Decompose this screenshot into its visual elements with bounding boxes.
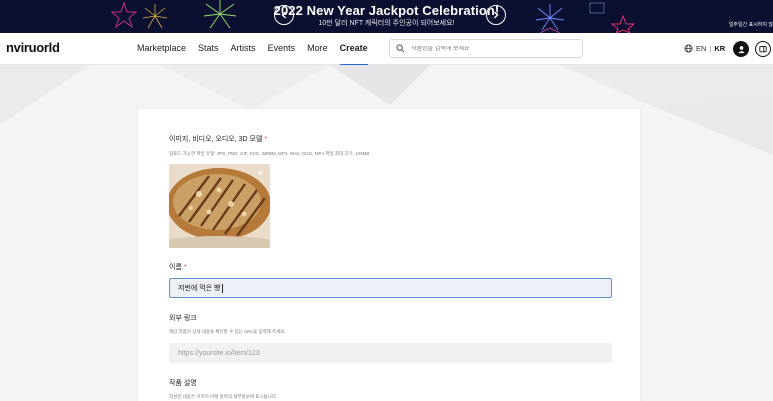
external-link-input[interactable]: https://yoursite.io/item/123 bbox=[169, 343, 612, 363]
name-input[interactable]: 저번에 먹은 빵 bbox=[169, 278, 612, 298]
required-mark: * bbox=[264, 136, 268, 143]
nav-marketplace[interactable]: Marketplace bbox=[137, 43, 186, 53]
name-label: 이름 * bbox=[169, 262, 187, 272]
lang-kr[interactable]: KR bbox=[714, 44, 725, 53]
dont-show-week-link[interactable]: 일주일간 표시하지 않 bbox=[729, 21, 773, 28]
user-icon bbox=[737, 45, 745, 53]
search-input[interactable] bbox=[411, 45, 571, 52]
nav-events[interactable]: Events bbox=[268, 43, 296, 53]
chevron-right-icon bbox=[494, 11, 499, 19]
wallet-icon bbox=[759, 46, 767, 53]
bread-image bbox=[169, 164, 270, 248]
search-box[interactable] bbox=[389, 39, 583, 58]
promo-banner[interactable]: 2022 New Year Jackpot Celebration! 10만 달… bbox=[0, 0, 773, 33]
account-button[interactable] bbox=[733, 41, 749, 57]
wallet-button[interactable] bbox=[755, 41, 771, 57]
nav-more[interactable]: More bbox=[307, 43, 328, 53]
uploaded-media-preview[interactable] bbox=[169, 164, 270, 248]
external-link-label: 외부 링크 bbox=[169, 315, 197, 322]
name-input-value: 저번에 먹은 빵 bbox=[178, 285, 221, 292]
media-label: 이미지, 비디오, 오디오, 3D 모델 * bbox=[169, 134, 267, 144]
banner-title: 2022 New Year Jackpot Celebration! bbox=[273, 3, 500, 18]
name-label-text: 이름 bbox=[169, 264, 182, 271]
globe-icon bbox=[684, 44, 693, 53]
description-hint: 작성한 내용은 이미지 아래 항목의 세부정보에 표시됩니다. bbox=[169, 394, 278, 399]
external-link-placeholder: https://yoursite.io/item/123 bbox=[178, 349, 260, 357]
create-form-card: 이미지, 비디오, 오디오, 3D 모델 * 업로드 가능한 파일 유형: JP… bbox=[137, 108, 641, 401]
text-caret bbox=[221, 283, 223, 293]
lang-en[interactable]: EN bbox=[696, 44, 706, 53]
language-switcher: EN | KR bbox=[684, 44, 725, 53]
remove-media-icon[interactable]: ✕ bbox=[257, 170, 264, 178]
site-logo[interactable]: nviruorld bbox=[6, 40, 60, 55]
lang-separator: | bbox=[709, 44, 712, 53]
nav-stats[interactable]: Stats bbox=[198, 43, 219, 53]
media-label-text: 이미지, 비디오, 오디오, 3D 모델 bbox=[169, 136, 263, 143]
media-hint: 업로드 가능한 파일 유형: JPG, PNG, GIF, SVG, WEBM,… bbox=[169, 151, 370, 156]
required-mark: * bbox=[183, 264, 187, 271]
banner-subtitle: 10만 달러 NFT 캐릭터의 주인공이 되어보세요! bbox=[318, 20, 455, 27]
search-icon bbox=[396, 44, 405, 53]
top-nav: nviruorld Marketplace Stats Artists Even… bbox=[0, 33, 773, 66]
description-label: 작품 설명 bbox=[169, 380, 197, 387]
nav-artists[interactable]: Artists bbox=[231, 43, 256, 53]
main-menu: Marketplace Stats Artists Events More Cr… bbox=[137, 43, 380, 66]
external-link-hint: 해당 작품의 상세 내용을 확인할 수 있는 URL을 입력해 주세요. bbox=[169, 329, 286, 334]
banner-next-button[interactable] bbox=[486, 5, 506, 25]
nav-create[interactable]: Create bbox=[339, 43, 368, 66]
